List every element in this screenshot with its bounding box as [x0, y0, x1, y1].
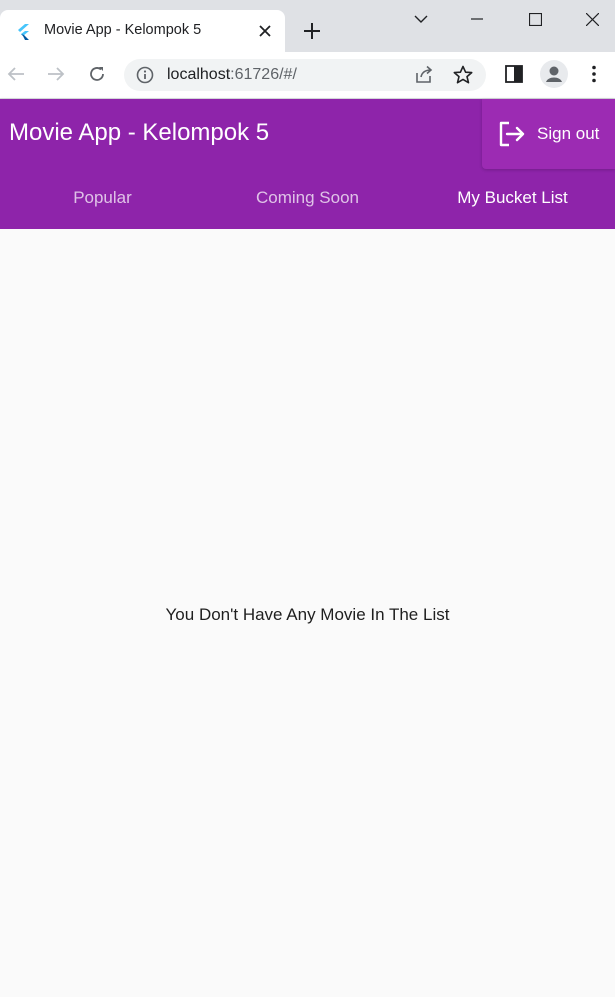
profile-avatar-icon[interactable]	[539, 59, 569, 89]
url-text[interactable]: localhost:61726/#/	[167, 66, 297, 84]
forward-arrow-icon[interactable]	[45, 63, 67, 85]
browser-tab[interactable]: Movie App - Kelompok 5	[0, 10, 285, 52]
bucket-list-content: You Don't Have Any Movie In The List	[0, 229, 615, 997]
close-tab-icon[interactable]	[255, 21, 275, 41]
back-arrow-icon[interactable]	[5, 63, 27, 85]
tab-popular[interactable]: Popular	[0, 169, 205, 227]
tab-label: Popular	[73, 188, 132, 207]
info-icon[interactable]	[136, 66, 154, 84]
bookmark-star-icon[interactable]	[453, 65, 473, 85]
tab-label: My Bucket List	[457, 188, 568, 207]
logout-icon	[499, 121, 525, 147]
sign-out-button[interactable]: Sign out	[482, 99, 615, 169]
browser-toolbar: localhost:61726/#/	[0, 52, 615, 99]
page-title: Movie App - Kelompok 5	[9, 119, 270, 146]
url-path: :61726/#/	[230, 66, 297, 83]
flutter-icon	[18, 24, 29, 40]
url-host: localhost	[167, 66, 231, 83]
tab-my-bucket-list[interactable]: My Bucket List	[410, 169, 615, 227]
app-bar: Movie App - Kelompok 5 Sign out Popular …	[0, 99, 615, 229]
maximize-icon[interactable]	[520, 6, 550, 32]
empty-state-message: You Don't Have Any Movie In The List	[165, 605, 450, 624]
tab-coming-soon[interactable]: Coming Soon	[205, 169, 410, 227]
tab-title: Movie App - Kelompok 5	[44, 22, 202, 38]
browser-tabstrip: Movie App - Kelompok 5	[0, 0, 615, 52]
sign-out-label: Sign out	[537, 124, 600, 143]
reload-icon[interactable]	[86, 63, 108, 85]
tab-search-icon[interactable]	[406, 6, 436, 32]
tab-bar: Popular Coming Soon My Bucket List	[0, 169, 615, 227]
side-panel-icon[interactable]	[503, 63, 525, 85]
tab-label: Coming Soon	[255, 188, 359, 207]
minimize-icon[interactable]	[462, 6, 492, 32]
share-icon[interactable]	[414, 65, 434, 85]
new-tab-icon[interactable]	[300, 19, 324, 43]
address-bar[interactable]: localhost:61726/#/	[124, 59, 486, 91]
close-window-icon[interactable]	[577, 6, 607, 32]
more-menu-icon[interactable]	[583, 63, 605, 85]
